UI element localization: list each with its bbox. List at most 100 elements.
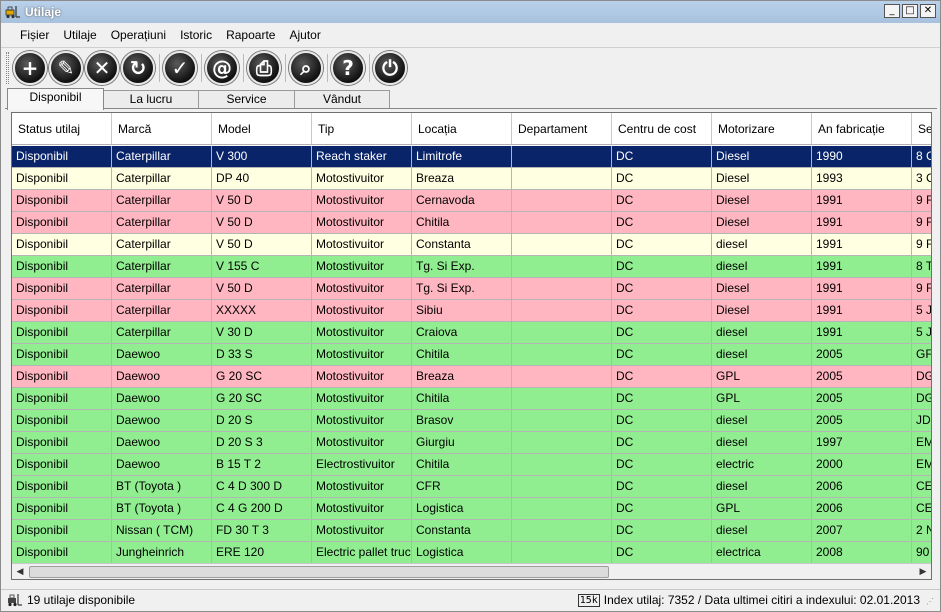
cell-tip[interactable]: Electric pallet truck — [312, 542, 412, 564]
cell-marca[interactable]: Caterpillar — [112, 278, 212, 300]
edit-icon[interactable]: ✎ — [49, 51, 83, 85]
menu-operatiuni[interactable]: Operațiuni — [104, 25, 173, 45]
add-icon[interactable]: + — [13, 51, 47, 85]
cell-an-fabricatie[interactable]: 2006 — [812, 476, 912, 498]
table-row[interactable]: Disponibil Daewoo D 20 S Motostivuitor Braso… — [12, 410, 931, 432]
menu-rapoarte[interactable]: Rapoarte — [219, 25, 282, 45]
cell-model[interactable]: V 50 D — [212, 212, 312, 234]
cell-locatia[interactable]: Breaza — [412, 366, 512, 388]
cell-departament[interactable] — [512, 146, 612, 168]
cell-departament[interactable] — [512, 432, 612, 454]
cell-status[interactable]: Disponibil — [12, 212, 112, 234]
cell-centru-cost[interactable]: DC — [612, 322, 712, 344]
cell-an-fabricatie[interactable]: 1997 — [812, 432, 912, 454]
help-icon[interactable]: ? — [331, 51, 365, 85]
cell-model[interactable]: V 50 D — [212, 190, 312, 212]
cell-tip[interactable]: Motostivuitor — [312, 432, 412, 454]
table-row[interactable]: Disponibil Caterpillar DP 40 Motostivuitor B… — [12, 168, 931, 190]
cell-an-fabricatie[interactable]: 2005 — [812, 344, 912, 366]
table-row[interactable]: Disponibil Caterpillar XXXXX Motostivuitor S… — [12, 300, 931, 322]
column-header-departament[interactable]: Departament — [512, 113, 612, 144]
cell-centru-cost[interactable]: DC — [612, 542, 712, 564]
cell-motorizare[interactable]: Diesel — [712, 168, 812, 190]
cell-centru-cost[interactable]: DC — [612, 388, 712, 410]
cell-serie[interactable]: DG — [912, 366, 931, 388]
column-header-model[interactable]: Model — [212, 113, 312, 144]
cell-motorizare[interactable]: electrica — [712, 542, 812, 564]
cell-status[interactable]: Disponibil — [12, 278, 112, 300]
cell-departament[interactable] — [512, 300, 612, 322]
cell-model[interactable]: V 300 — [212, 146, 312, 168]
cell-centru-cost[interactable]: DC — [612, 454, 712, 476]
table-row[interactable]: Disponibil Caterpillar V 30 D Motostivuitor… — [12, 322, 931, 344]
table-row[interactable]: Disponibil BT (Toyota ) C 4 G 200 D Motosti… — [12, 498, 931, 520]
cell-an-fabricatie[interactable]: 1993 — [812, 168, 912, 190]
cell-model[interactable]: B 15 T 2 — [212, 454, 312, 476]
cell-motorizare[interactable]: diesel — [712, 234, 812, 256]
cell-marca[interactable]: Caterpillar — [112, 146, 212, 168]
cell-marca[interactable]: Caterpillar — [112, 322, 212, 344]
cell-departament[interactable] — [512, 322, 612, 344]
cell-status[interactable]: Disponibil — [12, 168, 112, 190]
table-row[interactable]: Disponibil Daewoo G 20 SC Motostivuitor Chit… — [12, 388, 931, 410]
cell-serie[interactable]: 5 J — [912, 322, 931, 344]
cell-locatia[interactable]: Chitila — [412, 344, 512, 366]
cell-model[interactable]: V 50 D — [212, 278, 312, 300]
close-button[interactable]: ✕ — [920, 4, 936, 18]
cell-model[interactable]: XXXXX — [212, 300, 312, 322]
cell-motorizare[interactable]: Diesel — [712, 300, 812, 322]
column-header-tip[interactable]: Tip — [312, 113, 412, 144]
cell-tip[interactable]: Motostivuitor — [312, 388, 412, 410]
cell-status[interactable]: Disponibil — [12, 300, 112, 322]
cell-locatia[interactable]: Chitila — [412, 454, 512, 476]
cell-an-fabricatie[interactable]: 1991 — [812, 322, 912, 344]
cell-marca[interactable]: Daewoo — [112, 432, 212, 454]
cell-marca[interactable]: Daewoo — [112, 388, 212, 410]
table-row[interactable]: Disponibil Caterpillar V 50 D Motostivuitor… — [12, 278, 931, 300]
cell-an-fabricatie[interactable]: 2005 — [812, 410, 912, 432]
cell-tip[interactable]: Electrostivuitor — [312, 454, 412, 476]
cell-tip[interactable]: Reach staker — [312, 146, 412, 168]
cell-centru-cost[interactable]: DC — [612, 146, 712, 168]
cell-an-fabricatie[interactable]: 2007 — [812, 520, 912, 542]
cell-status[interactable]: Disponibil — [12, 366, 112, 388]
cell-departament[interactable] — [512, 476, 612, 498]
cell-an-fabricatie[interactable]: 2006 — [812, 498, 912, 520]
cell-tip[interactable]: Motostivuitor — [312, 344, 412, 366]
cell-status[interactable]: Disponibil — [12, 190, 112, 212]
cell-centru-cost[interactable]: DC — [612, 366, 712, 388]
cell-status[interactable]: Disponibil — [12, 256, 112, 278]
cell-tip[interactable]: Motostivuitor — [312, 410, 412, 432]
cell-centru-cost[interactable]: DC — [612, 432, 712, 454]
cell-locatia[interactable]: Craiova — [412, 322, 512, 344]
cell-an-fabricatie[interactable]: 2008 — [812, 542, 912, 564]
cell-marca[interactable]: Caterpillar — [112, 190, 212, 212]
cell-an-fabricatie[interactable]: 1991 — [812, 300, 912, 322]
cell-centru-cost[interactable]: DC — [612, 234, 712, 256]
column-header-an-fabricatie[interactable]: An fabricație — [812, 113, 912, 144]
cell-status[interactable]: Disponibil — [12, 146, 112, 168]
cell-serie[interactable]: 90 — [912, 542, 931, 564]
cell-status[interactable]: Disponibil — [12, 322, 112, 344]
tab-la-lucru[interactable]: La lucru — [103, 90, 199, 108]
table-row[interactable]: Disponibil Daewoo D 33 S Motostivuitor Chiti… — [12, 344, 931, 366]
cell-an-fabricatie[interactable]: 1991 — [812, 212, 912, 234]
cell-locatia[interactable]: CFR — [412, 476, 512, 498]
cell-departament[interactable] — [512, 168, 612, 190]
cell-departament[interactable] — [512, 212, 612, 234]
cell-serie[interactable]: 8 T — [912, 256, 931, 278]
cell-motorizare[interactable]: diesel — [712, 256, 812, 278]
cell-centru-cost[interactable]: DC — [612, 344, 712, 366]
table-row[interactable]: Disponibil Daewoo B 15 T 2 Electrostivuitor… — [12, 454, 931, 476]
cell-departament[interactable] — [512, 366, 612, 388]
cell-tip[interactable]: Motostivuitor — [312, 366, 412, 388]
cell-departament[interactable] — [512, 278, 612, 300]
cell-an-fabricatie[interactable]: 2005 — [812, 388, 912, 410]
column-header-centru-cost[interactable]: Centru de cost — [612, 113, 712, 144]
maximize-button[interactable]: □ — [902, 4, 918, 18]
cell-serie[interactable]: CE — [912, 476, 931, 498]
cell-marca[interactable]: Daewoo — [112, 366, 212, 388]
cell-locatia[interactable]: Giurgiu — [412, 432, 512, 454]
cell-model[interactable]: D 20 S — [212, 410, 312, 432]
menu-istoric[interactable]: Istoric — [173, 25, 219, 45]
